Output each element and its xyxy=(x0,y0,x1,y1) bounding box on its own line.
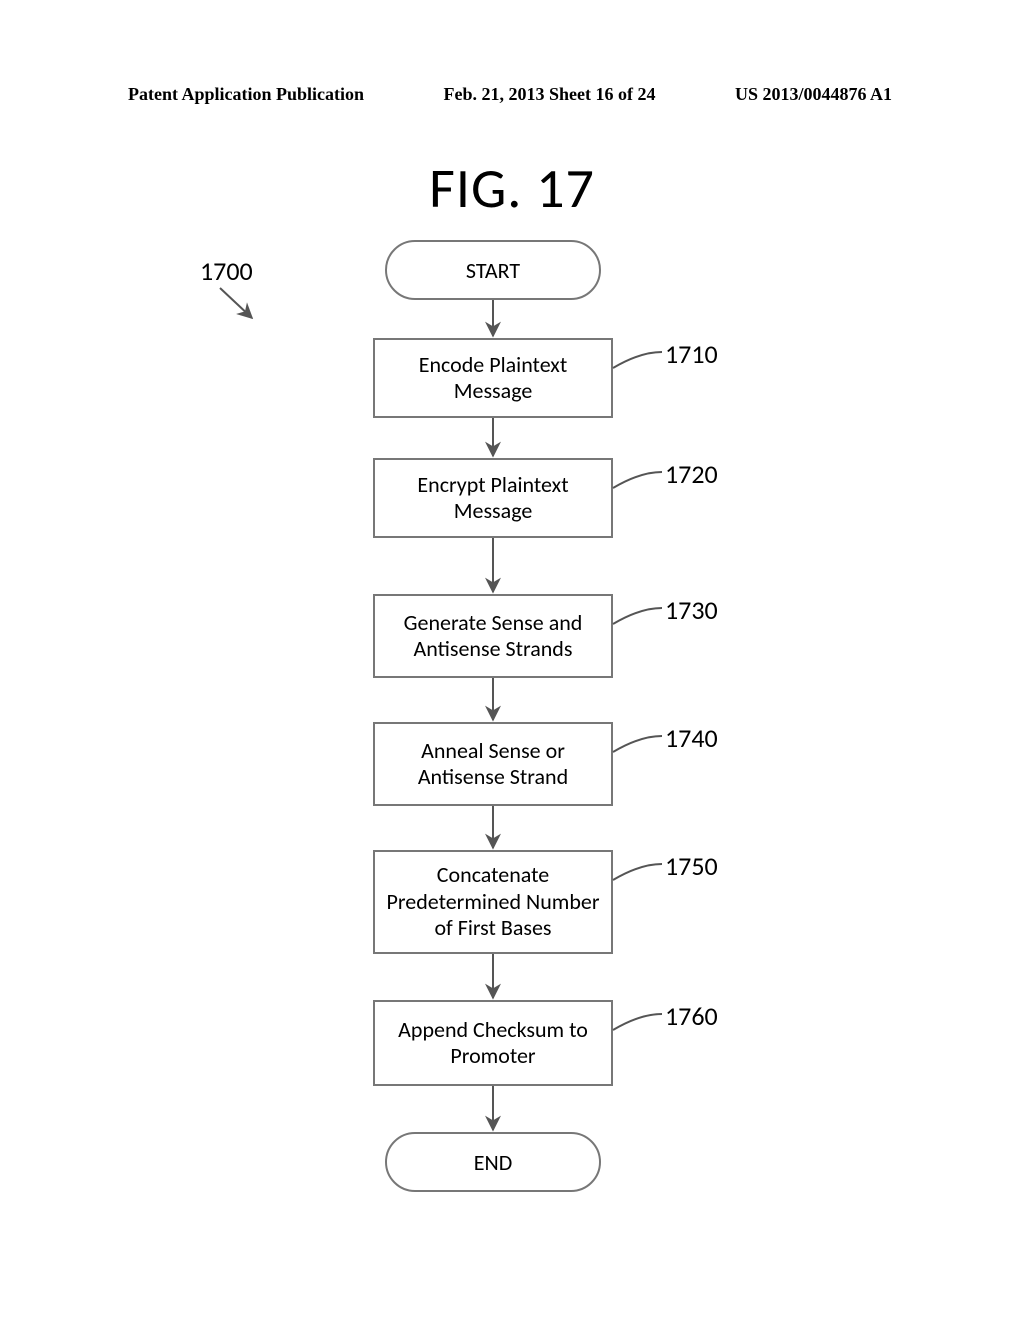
page-header: Patent Application Publication Feb. 21, … xyxy=(128,84,892,105)
leader-1720 xyxy=(613,472,662,488)
step-1760: Append Checksum to Promoter xyxy=(373,1000,613,1086)
step-1710-text: Encode Plaintext Message xyxy=(383,352,603,405)
step-1730: Generate Sense and Antisense Strands xyxy=(373,594,613,678)
step-1740: Anneal Sense or Antisense Strand xyxy=(373,722,613,806)
ref-1750: 1750 xyxy=(665,850,718,882)
leader-1730 xyxy=(613,608,662,624)
step-1760-text: Append Checksum to Promoter xyxy=(383,1017,603,1070)
header-center: Feb. 21, 2013 Sheet 16 of 24 xyxy=(444,84,656,105)
start-label: START xyxy=(466,257,520,284)
step-1750-text: Concatenate Predetermined Number of Firs… xyxy=(383,862,603,941)
leader-1740 xyxy=(613,736,662,752)
ref-1710: 1710 xyxy=(665,338,718,370)
leader-1700 xyxy=(220,288,252,318)
terminator-start: START xyxy=(385,240,601,300)
step-1720-text: Encrypt Plaintext Message xyxy=(383,472,603,525)
header-left: Patent Application Publication xyxy=(128,84,364,105)
end-label: END xyxy=(474,1149,512,1176)
ref-1760: 1760 xyxy=(665,1000,718,1032)
ref-1700: 1700 xyxy=(200,255,253,287)
step-1720: Encrypt Plaintext Message xyxy=(373,458,613,538)
terminator-end: END xyxy=(385,1132,601,1192)
step-1730-text: Generate Sense and Antisense Strands xyxy=(383,610,603,663)
step-1750: Concatenate Predetermined Number of Firs… xyxy=(373,850,613,954)
step-1710: Encode Plaintext Message xyxy=(373,338,613,418)
leader-1760 xyxy=(613,1014,662,1030)
step-1740-text: Anneal Sense or Antisense Strand xyxy=(383,738,603,791)
leader-1710 xyxy=(613,352,662,368)
ref-1720: 1720 xyxy=(665,458,718,490)
header-right: US 2013/0044876 A1 xyxy=(735,84,892,105)
ref-1730: 1730 xyxy=(665,594,718,626)
ref-1740: 1740 xyxy=(665,722,718,754)
leader-1750 xyxy=(613,864,662,880)
figure-title: FIG. 17 xyxy=(0,155,1024,223)
